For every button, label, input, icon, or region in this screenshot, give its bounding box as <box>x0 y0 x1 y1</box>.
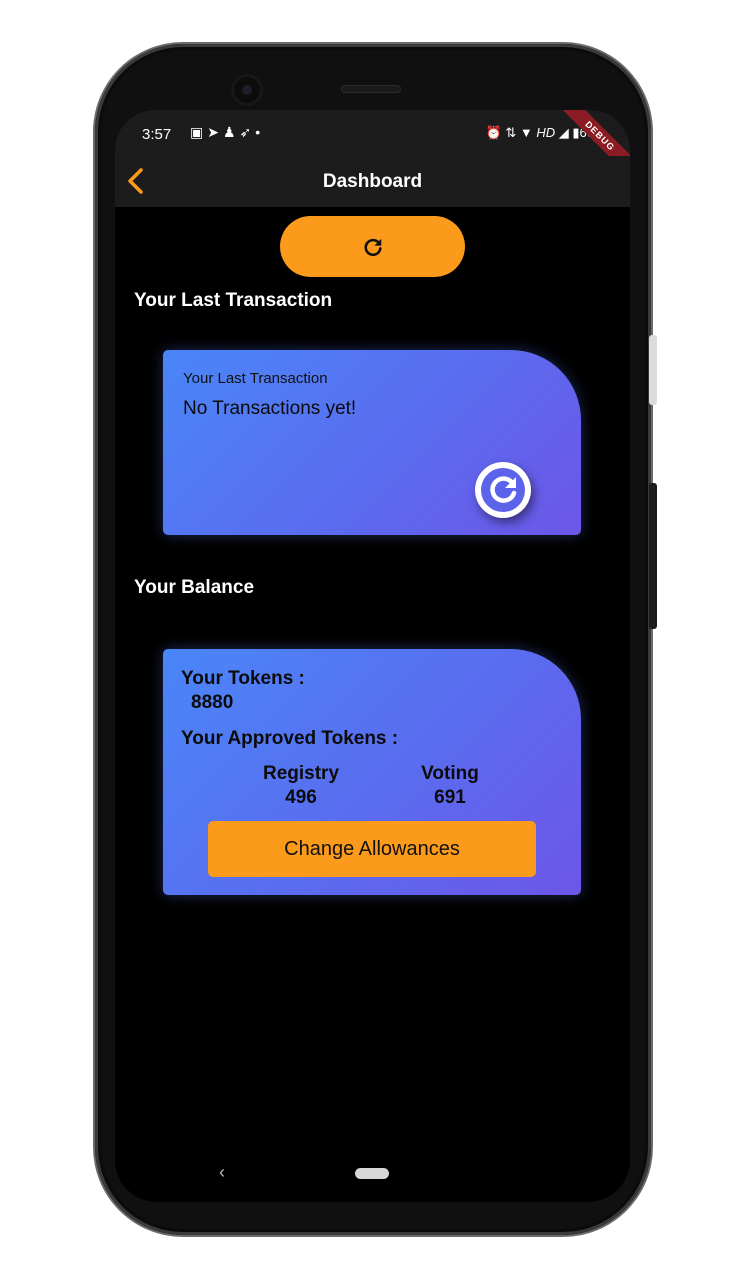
refresh-icon <box>481 468 525 512</box>
status-bar: 3:57 ▣➤♟➶• ⏰ ⇅ ▼ HD ◢ ▮66 DEBUG <box>115 110 630 185</box>
alarm-icon: ⏰ <box>485 125 502 140</box>
tokens-label: Your Tokens : <box>181 668 305 689</box>
volume-button <box>649 483 657 629</box>
power-button <box>649 335 657 405</box>
change-allowances-button[interactable]: Change Allowances <box>208 821 536 877</box>
voting-value: 691 <box>434 787 466 808</box>
tokens-value: 8880 <box>191 692 234 713</box>
transaction-card-label: Your Last Transaction <box>183 370 328 387</box>
app-bar: Dashboard <box>115 156 630 207</box>
voting-label: Voting <box>421 763 479 784</box>
page-title: Dashboard <box>322 171 423 192</box>
hd-label: HD <box>536 125 556 140</box>
approved-tokens-label: Your Approved Tokens : <box>181 728 399 749</box>
front-camera <box>231 74 263 106</box>
balance-card: Your Tokens : 8880 Your Approved Tokens … <box>163 649 581 895</box>
wifi-icon: ▼ <box>519 125 533 140</box>
battery-icon: ▮ <box>572 125 580 140</box>
snapchat-icon: ♟ <box>222 124 240 140</box>
status-time: 3:57 <box>142 126 172 143</box>
refresh-button[interactable] <box>280 216 465 277</box>
navigation-icon: ➶ <box>239 124 256 140</box>
image-icon: ▣ <box>190 124 208 140</box>
last-transaction-heading: Your Last Transaction <box>134 290 333 311</box>
registry-value: 496 <box>285 787 317 808</box>
last-transaction-card: Your Last Transaction No Transactions ye… <box>163 350 581 535</box>
earpiece-speaker <box>341 85 401 93</box>
nav-back-button[interactable]: ‹ <box>219 1162 225 1183</box>
nav-home-button[interactable] <box>355 1168 389 1179</box>
system-icons: ⏰ ⇅ ▼ HD ◢ ▮66 <box>486 125 595 141</box>
refresh-icon <box>363 238 382 256</box>
transaction-card-value: No Transactions yet! <box>183 398 357 419</box>
notification-icons: ▣➤♟➶• <box>190 124 264 141</box>
balance-heading: Your Balance <box>134 577 255 598</box>
screen: 3:57 ▣➤♟➶• ⏰ ⇅ ▼ HD ◢ ▮66 DEBUG Dashboar… <box>115 110 630 1202</box>
signal-icon: ◢ <box>558 125 569 140</box>
data-icon: ⇅ <box>505 125 517 140</box>
send-icon: ➤ <box>207 124 223 140</box>
registry-label: Registry <box>262 763 340 784</box>
dot-icon: • <box>255 124 265 140</box>
transaction-refresh-button[interactable] <box>475 462 531 518</box>
